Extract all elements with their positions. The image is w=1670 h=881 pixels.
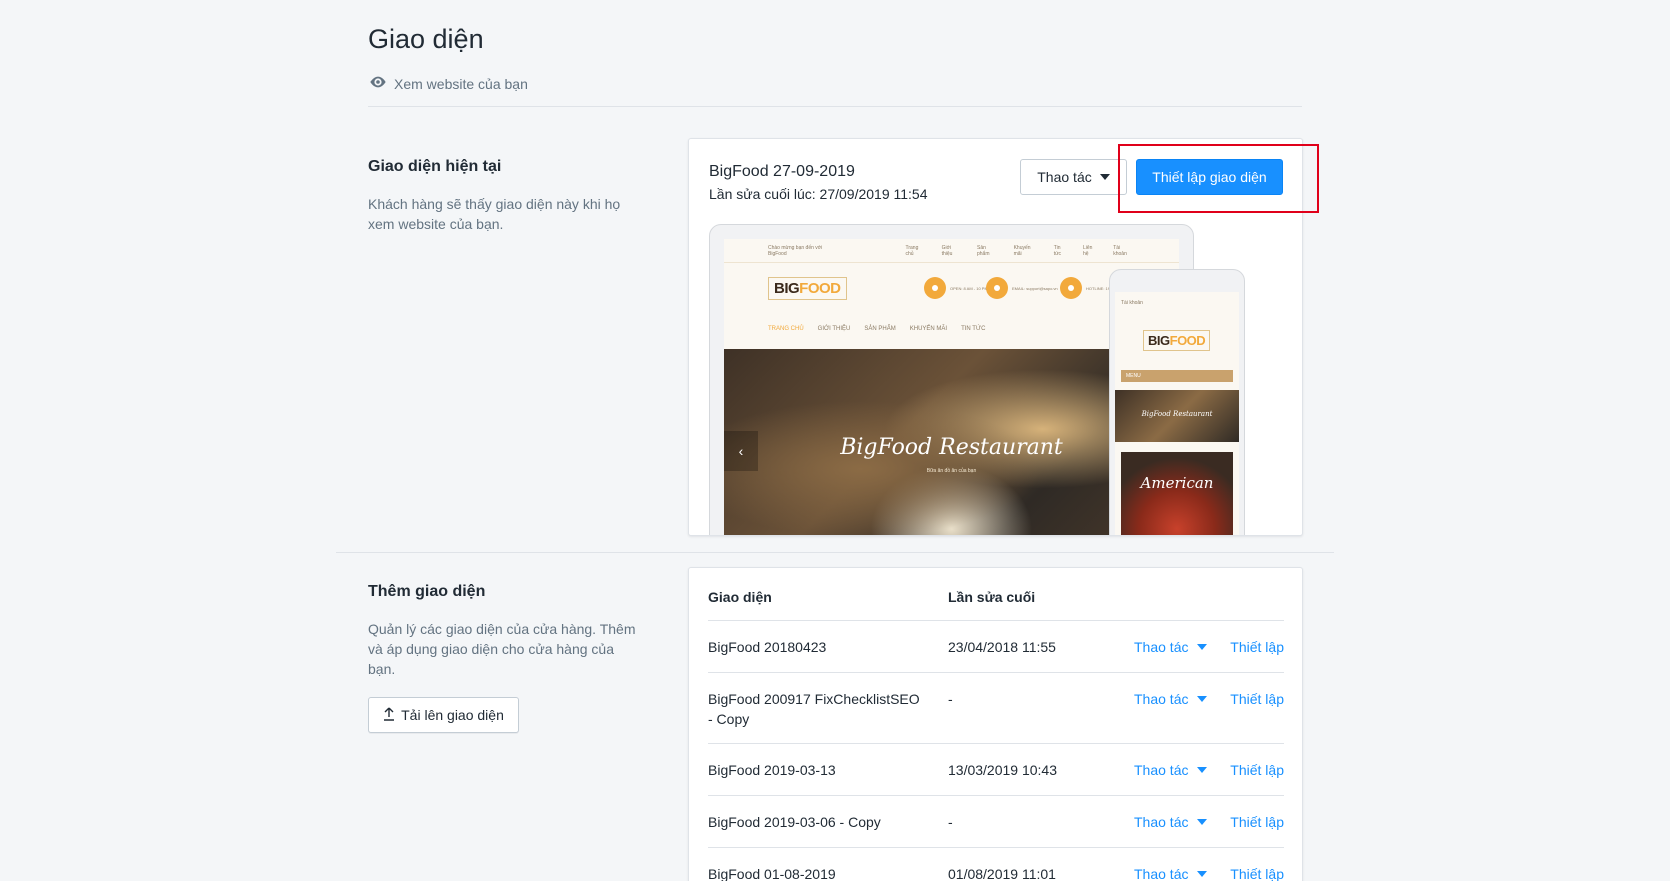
library-title: Thêm giao diện bbox=[368, 583, 486, 600]
theme-actions-label: Thao tác bbox=[1037, 169, 1092, 185]
table-row: BigFood 200917 FixChecklistSEO - Copy - … bbox=[708, 672, 1284, 743]
upload-theme-button[interactable]: Tải lên giao diện bbox=[368, 697, 519, 733]
current-theme-card: BigFood 27-09-2019 Lần sửa cuối lúc: 27/… bbox=[688, 138, 1303, 536]
preview-nav-item: KHUYẾN MÃI bbox=[909, 326, 948, 332]
current-theme-desc: Khách hàng sẽ thấy giao diện này khi họ … bbox=[368, 196, 621, 232]
row-last-edit: 23/04/2018 11:55 bbox=[948, 639, 1056, 655]
row-actions-dropdown[interactable]: Thao tác bbox=[1134, 689, 1208, 709]
row-set-link[interactable]: Thiết lập bbox=[1230, 689, 1284, 709]
preview-topbar-item: Tài khoản bbox=[1113, 244, 1127, 257]
preview-nav-item: TRANG CHỦ bbox=[768, 326, 804, 332]
table-row: BigFood 20180423 23/04/2018 11:55 Thao t… bbox=[708, 620, 1284, 672]
mobile-preview: Tài khoản BIGFOOD MENU BigFood Restauran… bbox=[1109, 269, 1245, 535]
mail-icon bbox=[986, 277, 1008, 299]
preview-topbar-item: Liên hệ bbox=[1082, 244, 1093, 257]
row-actions-dropdown[interactable]: Thao tác bbox=[1134, 637, 1208, 657]
preview-topbar: Chào mừng bạn đến với BigFood Trang chủ … bbox=[724, 239, 1179, 263]
mobile-preview-account: Tài khoản bbox=[1121, 300, 1143, 306]
eye-icon bbox=[369, 73, 387, 94]
preview-nav-item: GIỚI THIỆU bbox=[817, 326, 851, 332]
row-last-edit: - bbox=[948, 814, 953, 830]
row-last-edit: 01/08/2019 11:01 bbox=[948, 866, 1056, 881]
caret-down-icon bbox=[1197, 767, 1208, 773]
preview-topbar-item: Tin tức bbox=[1053, 244, 1061, 257]
row-set-link[interactable]: Thiết lập bbox=[1230, 760, 1284, 780]
caret-down-icon bbox=[1197, 644, 1208, 650]
mobile-preview-menu: MENU bbox=[1121, 370, 1233, 382]
row-actions-dropdown[interactable]: Thao tác bbox=[1134, 760, 1208, 780]
col-header-last-edit: Lần sửa cuối bbox=[948, 589, 1036, 605]
caret-down-icon bbox=[1197, 871, 1208, 877]
row-set-link[interactable]: Thiết lập bbox=[1230, 637, 1284, 657]
row-set-link[interactable]: Thiết lập bbox=[1230, 864, 1284, 881]
current-theme-last-edit: Lần sửa cuối lúc: 27/09/2019 11:54 bbox=[709, 186, 928, 202]
col-header-theme: Giao diện bbox=[708, 589, 772, 605]
preview-logo: BIGFOOD bbox=[768, 277, 847, 300]
library-desc: Quản lý các giao diện của cửa hàng. Thêm… bbox=[368, 621, 636, 677]
table-row: BigFood 2019-03-13 13/03/2019 10:43 Thao… bbox=[708, 743, 1284, 795]
preview-nav-item: SẢN PHẨM bbox=[864, 326, 896, 332]
phone-icon bbox=[1060, 277, 1082, 299]
caret-down-icon bbox=[1197, 696, 1208, 702]
mobile-preview-card: American bbox=[1121, 452, 1233, 535]
table-row: BigFood 01-08-2019 01/08/2019 11:01 Thao… bbox=[708, 847, 1284, 881]
mobile-preview-screen: Tài khoản BIGFOOD MENU BigFood Restauran… bbox=[1115, 292, 1239, 535]
preview-topbar-item: Giới thiệu bbox=[941, 244, 953, 257]
preview-topbar-item: Sản phẩm bbox=[977, 244, 990, 257]
row-theme-name: BigFood 200917 FixChecklistSEO - Copy bbox=[708, 691, 920, 727]
row-actions-dropdown[interactable]: Thao tác bbox=[1134, 864, 1208, 881]
customize-theme-button[interactable]: Thiết lập giao diện bbox=[1136, 159, 1283, 195]
preview-topbar-item: Khuyến mãi bbox=[1013, 244, 1031, 257]
row-last-edit: 13/03/2019 10:43 bbox=[948, 762, 1057, 778]
table-row: BigFood 2019-03-06 - Copy - Thao tác Thi… bbox=[708, 795, 1284, 847]
current-theme-name: BigFood 27-09-2019 bbox=[709, 163, 855, 180]
row-actions-dropdown[interactable]: Thao tác bbox=[1134, 812, 1208, 832]
current-theme-title: Giao diện hiện tại bbox=[368, 158, 502, 175]
row-set-link[interactable]: Thiết lập bbox=[1230, 812, 1284, 832]
theme-actions-dropdown[interactable]: Thao tác bbox=[1020, 159, 1127, 195]
preview-hero-subtitle: Bữa ăn đồ ăn của bạn bbox=[926, 468, 977, 474]
clock-icon bbox=[924, 277, 946, 299]
mobile-preview-hero: BigFood Restaurant bbox=[1115, 390, 1239, 442]
section-divider bbox=[336, 552, 1334, 553]
preview-contact-email: EMAIL: support@sapo.vn bbox=[986, 277, 1058, 299]
row-theme-name: BigFood 20180423 bbox=[708, 639, 827, 655]
view-website-label: Xem website của bạn bbox=[394, 75, 528, 92]
preview-contact-open: OPEN: 8 AM - 10 PM bbox=[924, 277, 988, 299]
row-theme-name: BigFood 2019-03-06 - Copy bbox=[708, 814, 881, 830]
upload-icon bbox=[383, 707, 395, 724]
row-last-edit: - bbox=[948, 691, 953, 707]
caret-down-icon bbox=[1099, 174, 1110, 180]
upload-theme-label: Tải lên giao diện bbox=[401, 707, 504, 723]
mobile-preview-logo: BIGFOOD bbox=[1143, 330, 1211, 351]
theme-library-card: Giao diện Lần sửa cuối BigFood 20180423 … bbox=[688, 567, 1303, 881]
preview-topbar-item: Trang chủ bbox=[905, 244, 919, 257]
row-theme-name: BigFood 2019-03-13 bbox=[708, 762, 836, 778]
preview-topbar-item: Chào mừng bạn đến với BigFood bbox=[768, 244, 823, 257]
view-website-link[interactable]: Xem website của bạn bbox=[369, 73, 528, 94]
row-theme-name: BigFood 01-08-2019 bbox=[708, 866, 836, 881]
preview-nav-item: TIN TỨC bbox=[961, 326, 986, 332]
page-title: Giao diện bbox=[368, 24, 484, 54]
header-divider bbox=[368, 106, 1302, 107]
caret-down-icon bbox=[1197, 819, 1208, 825]
